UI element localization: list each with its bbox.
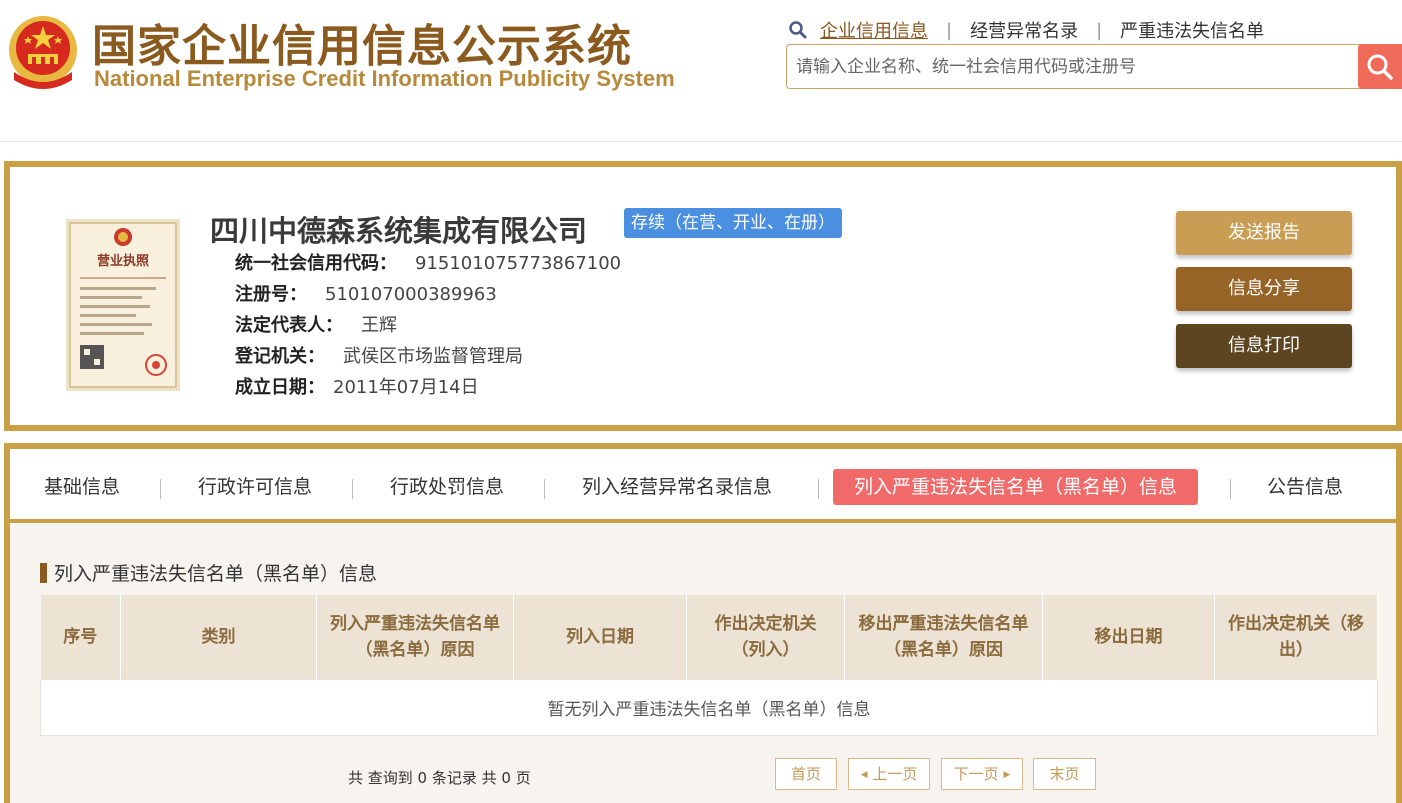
search-box [786, 44, 1402, 89]
company-name: 四川中德森系统集成有限公司 [210, 214, 588, 248]
info-label: 法定代表人： [235, 315, 343, 336]
nav-separator: | [1096, 19, 1103, 41]
tab-basic-info[interactable]: 基础信息 [44, 469, 120, 505]
column-header: 移出日期 [1042, 595, 1215, 679]
search-input[interactable] [787, 45, 1359, 88]
info-tabs: 基础信息 行政许可信息 行政处罚信息 列入经营异常名录信息 列入严重违法失信名单… [10, 449, 1396, 523]
info-registration-number: 注册号： 510107000389963 [235, 280, 497, 306]
column-header: 序号 [40, 595, 121, 679]
info-legal-representative: 法定代表人： 王辉 [235, 311, 397, 337]
info-value: 王辉 [361, 315, 397, 336]
info-value: 510107000389963 [325, 284, 497, 305]
nav-serious-violation-list[interactable]: 严重违法失信名单 [1120, 17, 1264, 43]
tab-administrative-penalty[interactable]: 行政处罚信息 [390, 469, 504, 505]
column-header: 类别 [120, 595, 317, 679]
column-header: 移出严重违法失信名单（黑名单）原因 [844, 595, 1043, 679]
record-count: 共 查询到 0 条记录 共 0 页 [348, 769, 531, 787]
license-title: 营业执照 [97, 253, 149, 269]
company-summary-card: 营业执照 四川中德森系统集成有限公司 存续（在营、开业、在册） 统一社会信用代码… [4, 161, 1402, 431]
next-page-label: 下一页 [953, 765, 999, 783]
print-info-button[interactable]: 信息打印 [1176, 324, 1352, 368]
info-credit-code: 统一社会信用代码： 915101075773867100 [235, 249, 621, 275]
first-page-button[interactable]: 首页 [775, 758, 837, 790]
prev-page-label: 上一页 [872, 765, 918, 783]
table-row: 暂无列入严重违法失信名单（黑名单）信息 [40, 678, 1378, 736]
tab-abnormal-operation[interactable]: 列入经营异常名录信息 [582, 469, 772, 505]
chevron-left-icon: ◀ [860, 770, 868, 780]
column-header: 列入日期 [513, 595, 687, 679]
column-header: 列入严重违法失信名单（黑名单）原因 [316, 595, 514, 679]
site-title-english: National Enterprise Credit Information P… [94, 66, 675, 91]
search-icon [789, 21, 807, 39]
blacklist-table: 序号 类别 列入严重违法失信名单（黑名单）原因 列入日期 作出决定机关（列入） … [40, 595, 1378, 736]
section-title-marker [40, 563, 47, 583]
next-page-button[interactable]: 下一页 ▶ [941, 758, 1023, 790]
site-header: 国家企业信用信息公示系统 National Enterprise Credit … [0, 0, 1402, 142]
info-value: 915101075773867100 [415, 253, 622, 274]
tab-administrative-license[interactable]: 行政许可信息 [198, 469, 312, 505]
tab-separator [352, 479, 353, 499]
tab-serious-violation-blacklist[interactable]: 列入严重违法失信名单（黑名单）信息 [833, 469, 1199, 505]
chevron-right-icon: ▶ [1003, 770, 1011, 780]
info-registration-authority: 登记机关： 武侯区市场监督管理局 [235, 342, 523, 368]
prev-page-button[interactable]: ◀ 上一页 [848, 758, 930, 790]
nav-enterprise-credit-info[interactable]: 企业信用信息 [820, 17, 928, 43]
last-page-button[interactable]: 末页 [1033, 758, 1096, 790]
section-title: 列入严重违法失信名单（黑名单）信息 [40, 559, 377, 586]
business-license-image[interactable]: 营业执照 [66, 219, 180, 391]
info-establishment-date: 成立日期： 2011年07月14日 [235, 373, 479, 399]
national-emblem-icon [9, 16, 77, 89]
nav-abnormal-operation-list[interactable]: 经营异常名录 [970, 17, 1078, 43]
top-nav: 企业信用信息 | 经营异常名录 | 严重违法失信名单 [788, 16, 1264, 44]
nav-separator: | [946, 19, 953, 41]
column-header: 作出决定机关（列入） [686, 595, 845, 679]
tab-separator [160, 479, 161, 499]
site-title-chinese: 国家企业信用信息公示系统 [92, 21, 632, 72]
info-value: 2011年07月14日 [333, 377, 479, 398]
section-title-text: 列入严重违法失信名单（黑名单）信息 [54, 563, 378, 585]
info-label: 登记机关： [235, 346, 325, 367]
column-header: 作出决定机关（移出） [1214, 595, 1378, 679]
detail-panel: 基础信息 行政许可信息 行政处罚信息 列入经营异常名录信息 列入严重违法失信名单… [4, 443, 1402, 803]
tab-separator [544, 479, 545, 499]
empty-table-message: 暂无列入严重违法失信名单（黑名单）信息 [40, 678, 1378, 736]
info-label: 统一社会信用代码： [235, 253, 397, 274]
share-info-button[interactable]: 信息分享 [1176, 267, 1352, 311]
tab-announcements[interactable]: 公告信息 [1267, 469, 1343, 505]
search-button[interactable] [1358, 44, 1402, 89]
tab-separator [818, 479, 819, 499]
search-icon [1367, 54, 1393, 80]
info-label: 注册号： [235, 284, 307, 305]
send-report-button[interactable]: 发送报告 [1176, 211, 1352, 255]
table-header-row: 序号 类别 列入严重违法失信名单（黑名单）原因 列入日期 作出决定机关（列入） … [40, 595, 1378, 679]
status-badge: 存续（在营、开业、在册） [624, 208, 842, 238]
info-label: 成立日期： [235, 377, 325, 398]
info-value: 武侯区市场监督管理局 [343, 346, 523, 367]
tab-separator [1230, 479, 1231, 499]
